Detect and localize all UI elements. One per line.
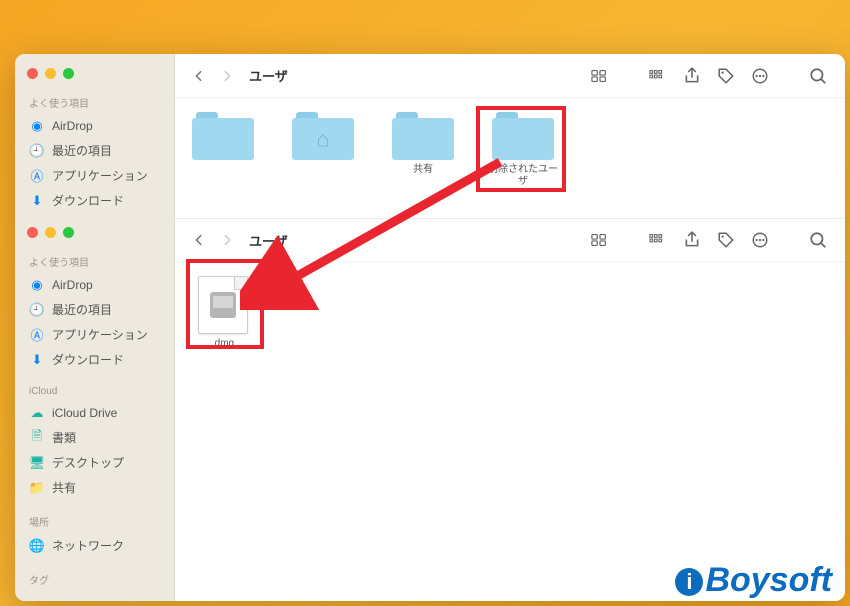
sidebar-item-downloads[interactable]: ⬇︎ ダウンロード: [15, 347, 174, 372]
folder-icon: [392, 112, 454, 160]
sidebar-item-label: ダウンロード: [52, 351, 124, 368]
sidebar-section-favorites-2: よく使う項目: [15, 248, 174, 273]
tags-button[interactable]: [711, 226, 741, 254]
nav-back-button[interactable]: [187, 226, 211, 254]
group-by-button[interactable]: [643, 62, 673, 90]
sidebar-section-locations: 場所: [15, 508, 174, 533]
sidebar-item-label: 書類: [52, 429, 76, 446]
folder-item[interactable]: [187, 112, 259, 188]
home-icon: ⌂: [316, 127, 329, 153]
nav-back-button[interactable]: [187, 62, 211, 90]
folder-item-shared[interactable]: 共有: [387, 112, 459, 188]
sidebar-item-airdrop[interactable]: ◉ AirDrop: [15, 114, 174, 138]
toolbar-2: ユーザ: [175, 218, 845, 262]
file-item-dmg[interactable]: .dmg: [187, 276, 259, 350]
window-controls-2: [15, 221, 174, 248]
folder-icon: [192, 112, 254, 160]
doc-icon: 🗎: [29, 430, 45, 446]
sidebar-section-tags: タグ: [15, 566, 174, 591]
content-area: ユーザ: [175, 54, 845, 601]
toolbar-1: ユーザ: [175, 54, 845, 98]
sidebar-item-shared[interactable]: 📁 共有: [15, 475, 174, 500]
more-button[interactable]: [745, 226, 775, 254]
clock-icon: 🕘: [29, 302, 45, 318]
folder-item-home[interactable]: ⌂: [287, 112, 359, 188]
folder-item-deleted-users[interactable]: 削除されたユーザ: [487, 112, 559, 188]
brand-logo-text: Boysoft: [705, 561, 832, 600]
view-mode-button[interactable]: [585, 62, 615, 90]
file-area-2: .dmg: [175, 262, 845, 601]
sidebar-item-label: 共有: [52, 479, 76, 496]
sidebar-item-desktop[interactable]: 🖥 デスクトップ: [15, 450, 174, 475]
file-label: .dmg: [212, 338, 234, 350]
sidebar-item-label: アプリケーション: [52, 326, 148, 343]
sidebar-section-icloud: iCloud: [15, 380, 174, 401]
finder-window: よく使う項目 ◉ AirDrop 🕘 最近の項目 Ⓐ アプリケーション ⬇︎ ダ…: [15, 54, 845, 601]
sidebar-item-airdrop[interactable]: ◉ AirDrop: [15, 273, 174, 297]
brand-logo-mark: i: [675, 568, 703, 596]
cloud-icon: ☁︎: [29, 405, 45, 421]
minimize-window-button[interactable]: [45, 68, 56, 79]
sidebar-item-documents[interactable]: 🗎 書類: [15, 425, 174, 450]
sidebar-item-applications[interactable]: Ⓐ アプリケーション: [15, 163, 174, 188]
sidebar-item-label: 最近の項目: [52, 301, 112, 318]
download-icon: ⬇︎: [29, 352, 45, 368]
share-button[interactable]: [677, 62, 707, 90]
sidebar-item-applications[interactable]: Ⓐ アプリケーション: [15, 322, 174, 347]
share-button[interactable]: [677, 226, 707, 254]
apps-icon: Ⓐ: [29, 168, 45, 184]
file-label: 共有: [413, 164, 433, 176]
folder-icon: [492, 112, 554, 160]
fullscreen-window-button[interactable]: [63, 227, 74, 238]
sidebar-item-downloads[interactable]: ⬇︎ ダウンロード: [15, 188, 174, 213]
close-window-button[interactable]: [27, 68, 38, 79]
view-mode-button[interactable]: [585, 226, 615, 254]
sidebar-item-label: デスクトップ: [52, 454, 124, 471]
sidebar-item-label: 最近の項目: [52, 142, 112, 159]
breadcrumb-title: ユーザ: [249, 231, 581, 250]
file-area-1: ⌂ 共有 削除されたユーザ: [175, 98, 845, 218]
search-button[interactable]: [803, 226, 833, 254]
sidebar-item-network[interactable]: 🌐 ネットワーク: [15, 533, 174, 558]
airdrop-icon: ◉: [29, 118, 45, 134]
tags-button[interactable]: [711, 62, 741, 90]
globe-icon: 🌐: [29, 538, 45, 554]
sidebar-item-label: iCloud Drive: [52, 406, 117, 420]
sidebar: よく使う項目 ◉ AirDrop 🕘 最近の項目 Ⓐ アプリケーション ⬇︎ ダ…: [15, 54, 175, 601]
share-folder-icon: 📁: [29, 480, 45, 496]
file-label: 削除されたユーザ: [487, 164, 559, 188]
search-button[interactable]: [803, 62, 833, 90]
fullscreen-window-button[interactable]: [63, 68, 74, 79]
sidebar-item-label: AirDrop: [52, 278, 93, 292]
home-folder-icon: ⌂: [292, 112, 354, 160]
sidebar-item-label: AirDrop: [52, 119, 93, 133]
more-button[interactable]: [745, 62, 775, 90]
brand-logo: i Boysoft: [675, 561, 832, 600]
dmg-file-icon: [198, 276, 248, 334]
download-icon: ⬇︎: [29, 193, 45, 209]
sidebar-item-icloud-drive[interactable]: ☁︎ iCloud Drive: [15, 401, 174, 425]
nav-forward-button[interactable]: [215, 226, 239, 254]
breadcrumb-title: ユーザ: [249, 66, 581, 85]
apps-icon: Ⓐ: [29, 327, 45, 343]
window-controls: [15, 62, 174, 89]
desktop-icon: 🖥: [29, 455, 45, 471]
airdrop-icon: ◉: [29, 277, 45, 293]
sidebar-item-recents[interactable]: 🕘 最近の項目: [15, 297, 174, 322]
sidebar-item-label: アプリケーション: [52, 167, 148, 184]
nav-forward-button[interactable]: [215, 62, 239, 90]
sidebar-item-label: ダウンロード: [52, 192, 124, 209]
sidebar-section-favorites: よく使う項目: [15, 89, 174, 114]
hdd-icon: [210, 292, 236, 318]
clock-icon: 🕘: [29, 143, 45, 159]
group-by-button[interactable]: [643, 226, 673, 254]
sidebar-item-label: ネットワーク: [52, 537, 124, 554]
minimize-window-button[interactable]: [45, 227, 56, 238]
sidebar-item-recents[interactable]: 🕘 最近の項目: [15, 138, 174, 163]
close-window-button[interactable]: [27, 227, 38, 238]
